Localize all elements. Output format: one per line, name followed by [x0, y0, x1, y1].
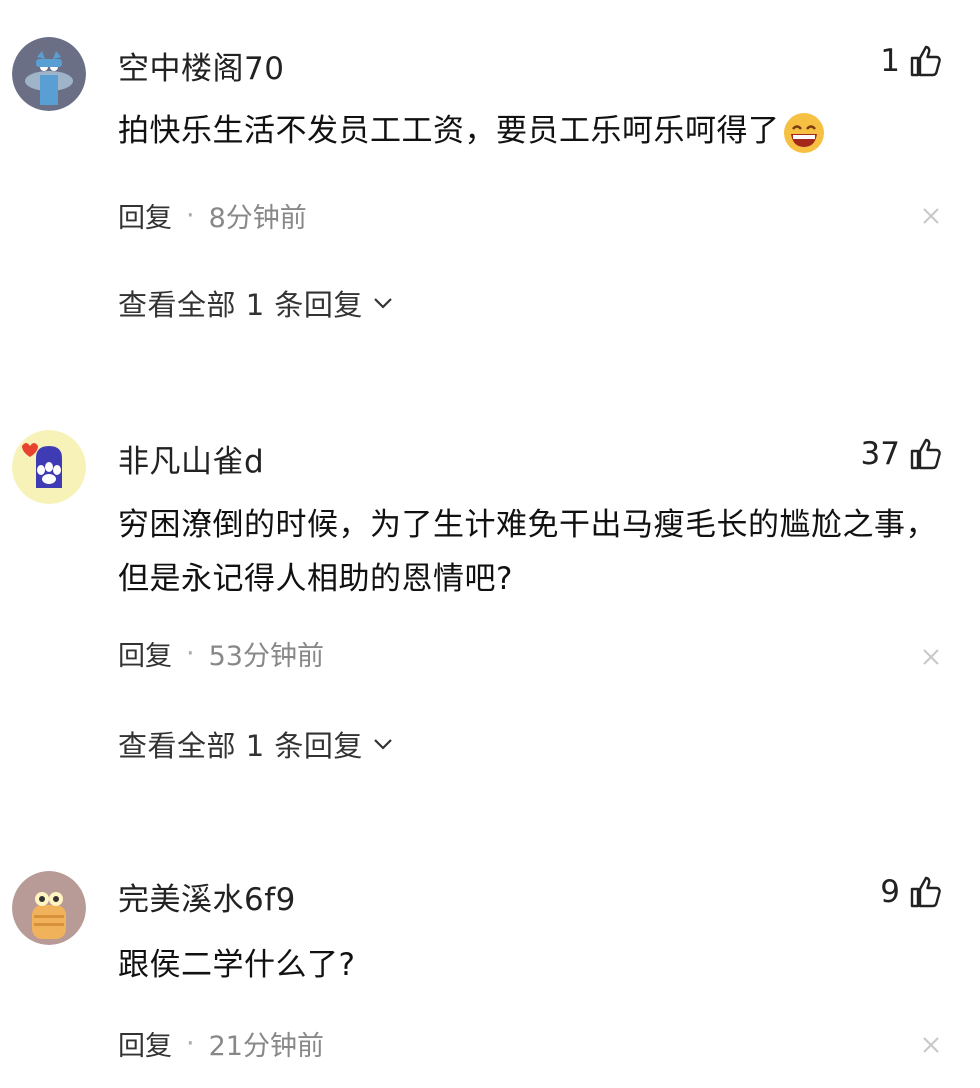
thumbs-up-icon [908, 436, 944, 472]
avatar[interactable] [12, 871, 86, 945]
avatar[interactable] [12, 37, 86, 111]
chevron-down-icon [371, 732, 395, 756]
username[interactable]: 完美溪水6f9 [118, 874, 296, 919]
view-all-label: 查看全部 1 条回复 [118, 729, 363, 763]
separator-dot: · [186, 200, 195, 231]
like-count: 9 [880, 874, 900, 910]
comment-text: 穷困潦倒的时候，为了生计难免干出马瘦毛长的尴尬之事，但是永记得人相助的恩情吧? [118, 507, 937, 597]
comment-meta: 回复 · 8分钟前 [118, 196, 307, 235]
username[interactable]: 非凡山雀d [118, 436, 264, 481]
separator-dot: · [186, 1028, 195, 1059]
timestamp: 8分钟前 [208, 203, 307, 234]
view-all-label: 查看全部 1 条回复 [118, 288, 363, 322]
like-count: 37 [860, 436, 900, 472]
separator-dot: · [186, 638, 195, 669]
reply-button[interactable]: 回复 [118, 1024, 172, 1063]
laughing-emoji-icon [782, 111, 826, 155]
close-icon[interactable] [922, 1036, 940, 1054]
thumbs-up-icon [908, 43, 944, 79]
close-icon[interactable] [922, 207, 940, 225]
like-button[interactable]: 37 [861, 436, 944, 472]
like-count: 1 [880, 43, 900, 79]
comment-meta: 回复 · 53分钟前 [118, 634, 324, 673]
like-button[interactable]: 1 [880, 43, 944, 79]
chevron-down-icon [371, 291, 395, 315]
thumbs-up-icon [908, 874, 944, 910]
timestamp: 53分钟前 [208, 641, 324, 672]
timestamp: 21分钟前 [208, 1031, 324, 1062]
username[interactable]: 空中楼阁70 [118, 43, 284, 88]
comment-text-content: 拍快乐生活不发员工工资，要员工乐呵乐呵得了 [118, 113, 780, 149]
reply-button[interactable]: 回复 [118, 196, 172, 235]
view-all-replies-button[interactable]: 查看全部 1 条回复 [118, 723, 395, 765]
like-button[interactable]: 9 [880, 874, 944, 910]
comment-meta: 回复 · 21分钟前 [118, 1024, 324, 1063]
view-all-replies-button[interactable]: 查看全部 1 条回复 [118, 282, 395, 324]
reply-button[interactable]: 回复 [118, 634, 172, 673]
comment-text: 拍快乐生活不发员工工资，要员工乐呵乐呵得了 [118, 104, 938, 158]
comment-text: 跟侯二学什么了? [118, 947, 356, 983]
close-icon[interactable] [922, 648, 940, 666]
avatar[interactable] [12, 430, 86, 504]
